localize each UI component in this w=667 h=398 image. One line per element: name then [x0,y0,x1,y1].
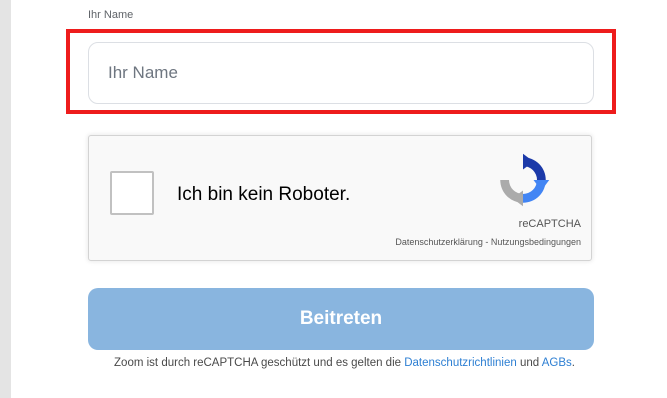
page-side-border [0,0,11,398]
recaptcha-logo-icon [500,153,550,207]
name-field-label: Ihr Name [88,9,134,21]
recaptcha-widget: Ich bin kein Roboter. reCAPTCHA Datensch… [88,135,592,261]
recaptcha-checkbox-label: Ich bin kein Roboter. [177,184,351,205]
recaptcha-terms-link[interactable]: Nutzungsbedingungen [491,237,581,247]
footer-privacy-link[interactable]: Datenschutzrichtlinien [404,357,517,369]
recaptcha-footer-notice: Zoom ist durch reCAPTCHA geschützt und e… [0,357,667,369]
recaptcha-brand: reCAPTCHA [518,218,581,230]
footer-text-middle: und [516,357,542,369]
recaptcha-checkbox[interactable] [110,171,154,215]
footer-text-end: . [571,357,575,369]
recaptcha-privacy-link[interactable]: Datenschutzerklärung [395,237,483,247]
recaptcha-links: Datenschutzerklärung - Nutzungsbedingung… [395,237,581,247]
name-input-highlight [66,29,616,114]
recaptcha-link-separator: - [482,237,491,247]
footer-terms-link[interactable]: AGBs [542,357,572,369]
footer-text-before: Zoom ist durch reCAPTCHA geschützt und e… [114,357,405,369]
join-button[interactable]: Beitreten [88,288,594,350]
